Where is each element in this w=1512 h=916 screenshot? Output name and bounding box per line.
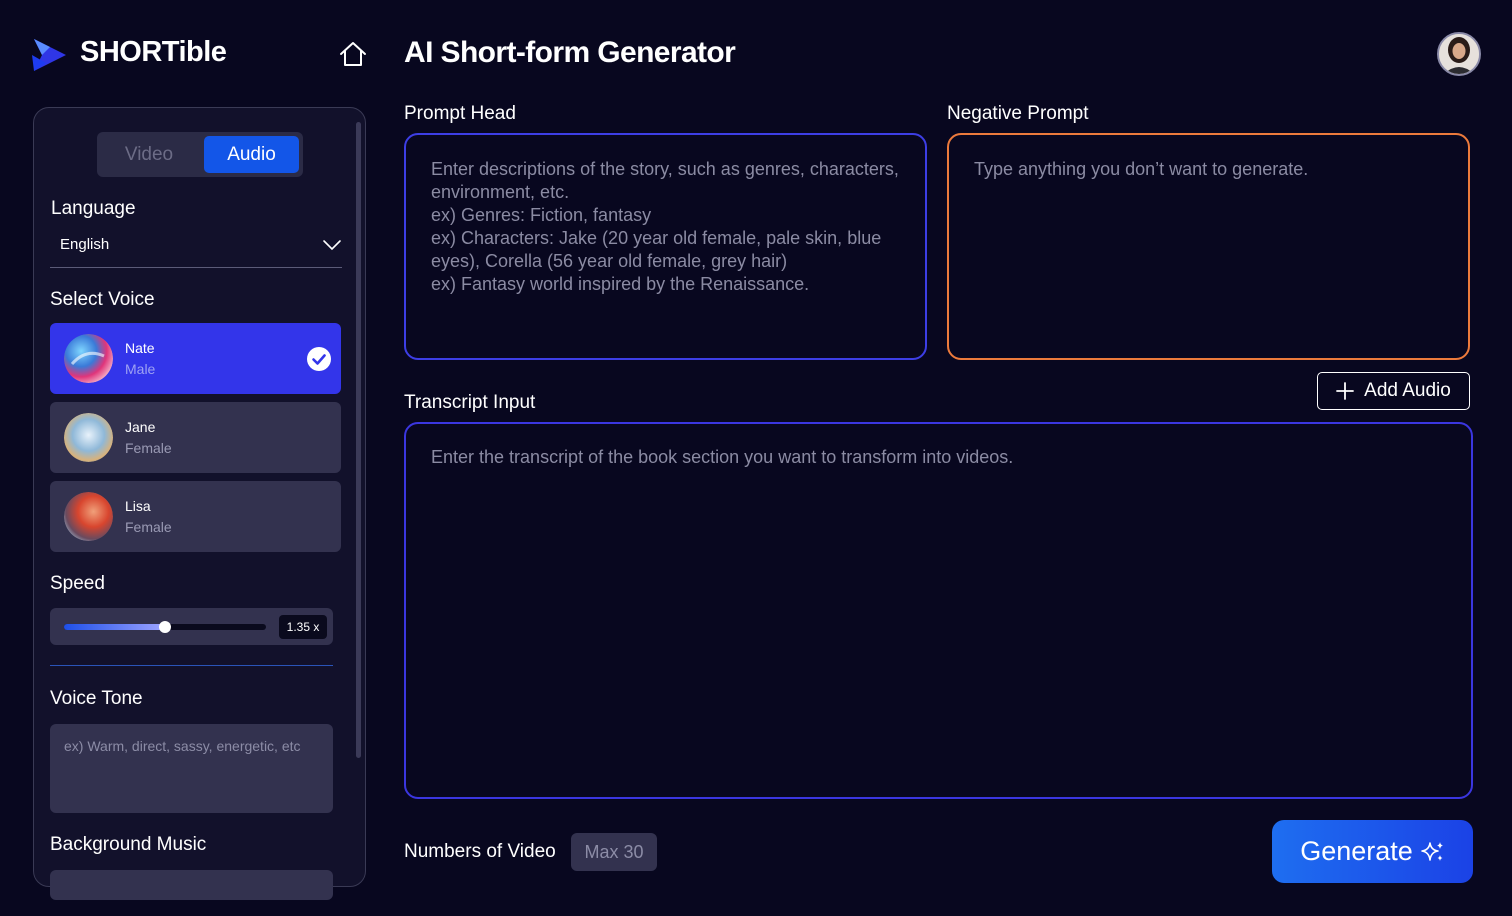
voice-name: Lisa <box>125 498 151 514</box>
voice-avatar-lisa <box>64 492 113 541</box>
transcript-label: Transcript Input <box>404 392 536 413</box>
speed-control: 1.35 x <box>50 608 333 645</box>
prompt-head-input[interactable] <box>404 133 927 360</box>
language-select[interactable]: English <box>50 228 342 268</box>
numbers-of-video-input[interactable] <box>571 833 657 871</box>
app-name: SHORTible <box>80 36 227 68</box>
speed-slider[interactable] <box>64 621 266 633</box>
numbers-of-video-label: Numbers of Video <box>404 841 556 862</box>
voice-option-lisa[interactable]: Lisa Female <box>50 481 341 552</box>
user-avatar[interactable] <box>1437 32 1481 76</box>
home-icon <box>340 42 366 66</box>
shortible-logo <box>32 39 66 71</box>
add-audio-label: Add Audio <box>1364 380 1451 401</box>
voice-name: Nate <box>125 340 155 356</box>
page-title: AI Short-form Generator <box>404 36 736 69</box>
speed-slider-fill <box>64 624 165 630</box>
add-audio-button[interactable]: Add Audio <box>1317 372 1470 410</box>
voice-option-nate[interactable]: Nate Male <box>50 323 341 394</box>
background-music-select[interactable] <box>50 870 333 900</box>
speed-slider-handle[interactable] <box>159 621 171 633</box>
voice-gender: Male <box>125 361 156 377</box>
voice-tone-input[interactable] <box>50 724 333 813</box>
voice-avatar-nate <box>64 334 113 383</box>
voice-option-jane[interactable]: Jane Female <box>50 402 341 473</box>
check-circle-icon <box>307 347 331 371</box>
voice-name: Jane <box>125 419 156 435</box>
negative-prompt-label: Negative Prompt <box>947 103 1089 124</box>
language-value: English <box>60 236 110 253</box>
sparkle-icon <box>1420 841 1443 861</box>
home-button[interactable] <box>336 38 370 70</box>
tab-video[interactable]: Video <box>100 136 198 173</box>
plus-icon <box>1336 382 1355 400</box>
language-label: Language <box>51 198 136 219</box>
avatar-image <box>1439 34 1479 74</box>
voice-gender: Female <box>125 519 172 535</box>
select-voice-label: Select Voice <box>50 289 155 310</box>
generate-button[interactable]: Generate <box>1272 820 1473 883</box>
negative-prompt-input[interactable] <box>947 133 1470 360</box>
voice-avatar-jane <box>64 413 113 462</box>
speed-label: Speed <box>50 573 105 594</box>
generate-label: Generate <box>1300 836 1413 866</box>
voice-gender: Female <box>125 440 172 456</box>
speed-value: 1.35 x <box>279 615 327 639</box>
background-music-label: Background Music <box>50 834 207 855</box>
transcript-input[interactable] <box>404 422 1473 799</box>
voice-tone-label: Voice Tone <box>50 688 143 709</box>
sidebar-scrollbar[interactable] <box>356 122 361 758</box>
prompt-head-label: Prompt Head <box>404 103 516 124</box>
chevron-down-icon <box>323 240 341 251</box>
sidebar-divider <box>50 665 333 666</box>
tab-audio[interactable]: Audio <box>204 136 299 173</box>
